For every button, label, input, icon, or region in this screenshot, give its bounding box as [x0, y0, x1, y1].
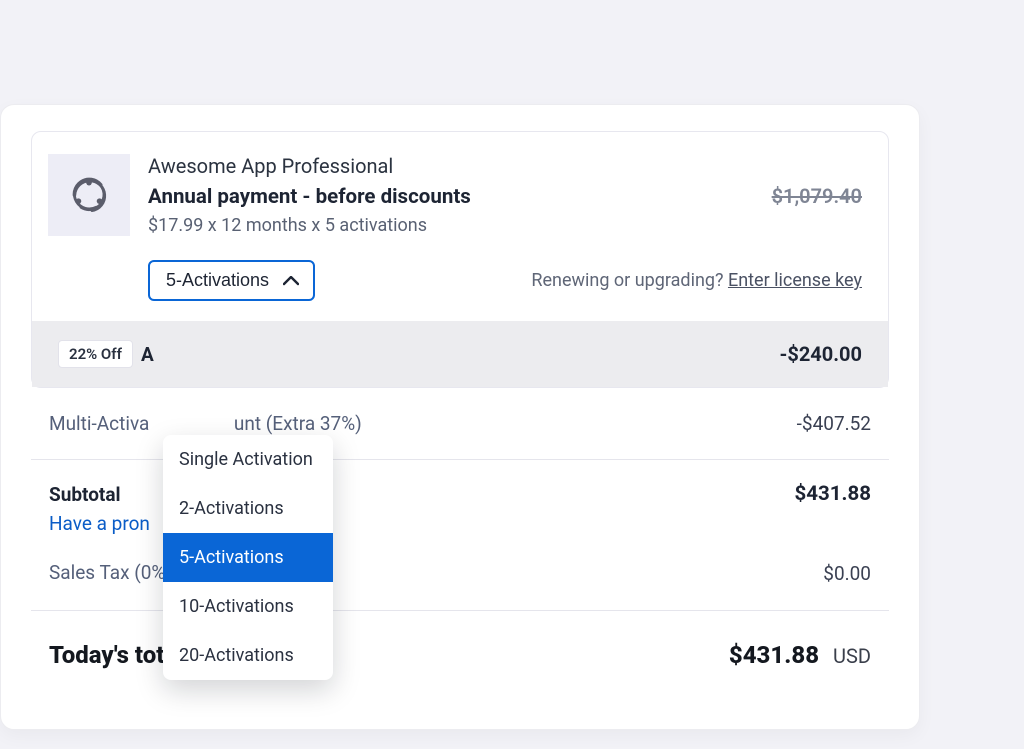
activations-select-label: 5-Activations: [166, 270, 269, 291]
annual-discount-amount: -$240.00: [779, 342, 862, 366]
payment-label: Annual payment - before discounts: [148, 185, 471, 209]
sales-tax-label: Sales Tax (0%): [49, 561, 172, 584]
activation-option[interactable]: 2-Activations: [163, 484, 333, 533]
activation-option[interactable]: Single Activation: [163, 435, 333, 484]
product-box: Awesome App Professional Annual payment …: [31, 131, 889, 388]
discount-badge: 22% Off: [58, 340, 133, 368]
multi-discount-label-a: Multi-Activa: [49, 412, 149, 435]
annual-discount-row: 22% Off A -$240.00: [32, 321, 888, 387]
annual-discount-label: A: [141, 343, 154, 366]
logo-icon: [67, 173, 111, 217]
total-row: Today's total $431.88 USD: [31, 611, 889, 669]
sales-tax-value: $0.00: [823, 562, 871, 585]
promo-code-link[interactable]: Have a pron: [31, 512, 889, 549]
price-breakdown: $17.99 x 12 months x 5 activations: [148, 215, 862, 236]
multi-activation-row: Multi-Activation Discount (Extra 37%) -$…: [31, 388, 889, 460]
summary-rows: Multi-Activation Discount (Extra 37%) -$…: [31, 388, 889, 669]
subtotal-row: Subtotal $431.88: [31, 460, 889, 512]
subtotal-label: Subtotal: [49, 483, 121, 506]
total-currency: USD: [833, 644, 871, 668]
subtotal-value: $431.88: [794, 482, 871, 506]
product-text: Awesome App Professional Annual payment …: [148, 154, 862, 301]
activation-option[interactable]: 10-Activations: [163, 582, 333, 631]
activations-select[interactable]: 5-Activations: [148, 260, 315, 301]
multi-discount-label-b: unt (Extra 37%): [234, 412, 362, 435]
activation-option[interactable]: 5-Activations: [163, 533, 333, 582]
product-name: Awesome App Professional: [148, 154, 862, 178]
original-price: $1,079.40: [772, 184, 862, 208]
multi-discount-amount: -$407.52: [797, 412, 871, 435]
chevron-up-icon: [283, 270, 299, 291]
sales-tax-row: Sales Tax (0%)? $0.00: [31, 549, 889, 611]
enter-license-link[interactable]: Enter license key: [728, 270, 862, 291]
renew-text: Renewing or upgrading? Enter license key: [531, 270, 862, 291]
activations-dropdown: Single Activation 2-Activations 5-Activa…: [163, 435, 333, 680]
product-row: Awesome App Professional Annual payment …: [32, 132, 888, 321]
activation-option[interactable]: 20-Activations: [163, 631, 333, 680]
product-icon: [48, 154, 130, 236]
checkout-card: Awesome App Professional Annual payment …: [0, 104, 920, 730]
total-value: $431.88: [729, 641, 819, 669]
